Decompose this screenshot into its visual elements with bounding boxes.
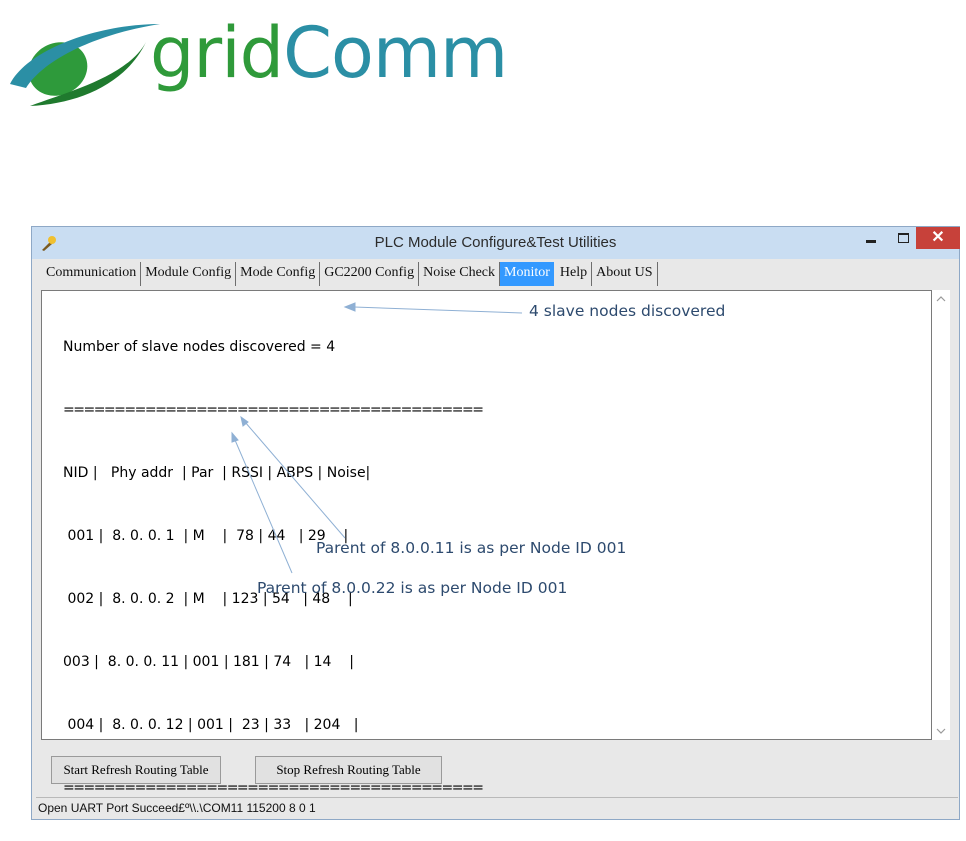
annotation-nodes-discovered: 4 slave nodes discovered — [529, 302, 726, 320]
start-refresh-button[interactable]: Start Refresh Routing Table — [51, 756, 221, 784]
annotation-arrows — [231, 302, 523, 574]
minimize-icon — [866, 240, 876, 243]
scroll-up-icon[interactable] — [936, 294, 946, 304]
arrow-head-parent-22 — [231, 431, 239, 443]
annotation-parent-22: Parent of 8.0.0.22 is as per Node ID 001 — [257, 579, 568, 597]
tab-mode-config[interactable]: Mode Config — [236, 262, 321, 286]
monitor-output-panel[interactable]: Number of slave nodes discovered = 4 ===… — [41, 290, 932, 796]
maximize-icon — [898, 233, 909, 243]
maximize-button[interactable] — [890, 227, 916, 249]
tab-module-config[interactable]: Module Config — [141, 262, 237, 286]
arrow-head-nodes — [343, 302, 356, 312]
scroll-down-icon[interactable] — [936, 726, 946, 736]
arrow-parent-22 — [234, 439, 293, 574]
app-window: PLC Module Configure&Test Utilities ✕ Co… — [31, 226, 960, 820]
tab-monitor[interactable]: Monitor — [500, 262, 554, 286]
tab-noise-check[interactable]: Noise Check — [419, 262, 501, 286]
minimize-button[interactable] — [858, 227, 884, 249]
tab-about-us[interactable]: About US — [592, 262, 658, 286]
tab-communication[interactable]: Communication — [42, 262, 142, 286]
tab-help[interactable]: Help — [555, 262, 593, 286]
logo-word-grid: grid — [150, 12, 284, 94]
arrow-parent-11 — [244, 421, 346, 539]
title-bar[interactable]: PLC Module Configure&Test Utilities ✕ — [32, 227, 960, 259]
annotation-parent-11: Parent of 8.0.0.11 is as per Node ID 001 — [316, 539, 627, 557]
gridcomm-logo: gridComm — [8, 14, 508, 114]
tab-bar: Communication Module Config Mode Config … — [42, 262, 658, 286]
swoosh-globe-icon — [10, 24, 160, 106]
logo-wordmark: gridComm — [150, 18, 508, 88]
stop-refresh-button[interactable]: Stop Refresh Routing Table — [255, 756, 442, 784]
arrow-nodes-discovered — [353, 306, 523, 314]
close-icon: ✕ — [931, 229, 945, 246]
logo-word-comm: Comm — [283, 12, 508, 94]
close-button[interactable]: ✕ — [916, 227, 960, 249]
window-title: PLC Module Configure&Test Utilities — [374, 234, 617, 251]
vertical-scrollbar[interactable] — [932, 290, 950, 740]
tab-gc2200-config[interactable]: GC2200 Config — [320, 262, 420, 286]
status-bar: Open UART Port Succeed£º\\.\COM11 115200… — [36, 797, 958, 817]
